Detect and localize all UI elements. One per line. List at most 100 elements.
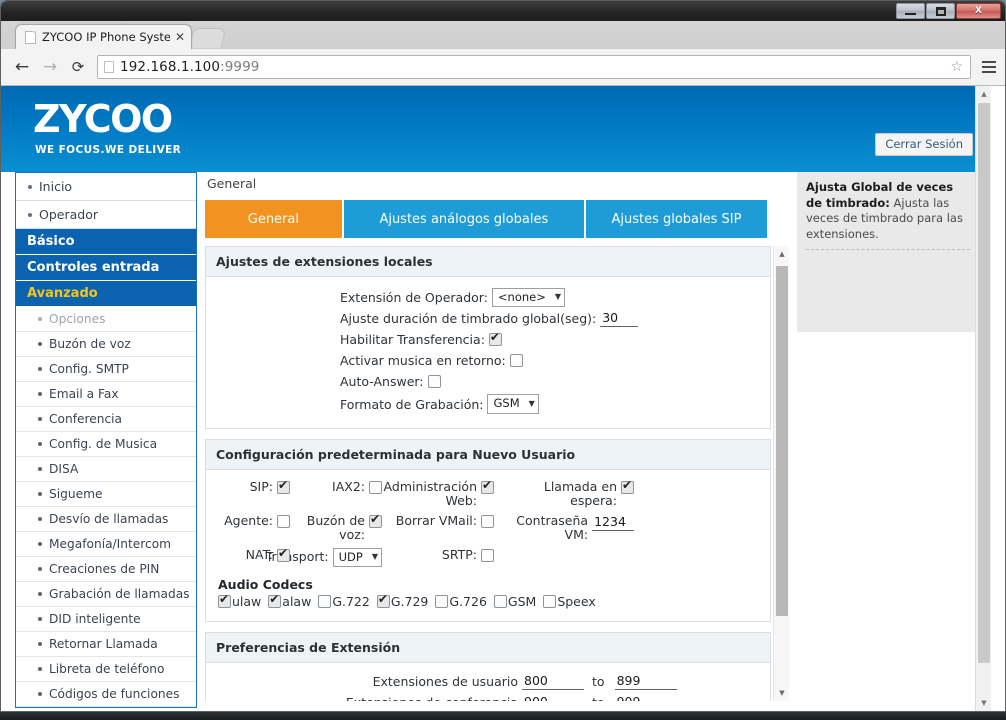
sidebar-section-avanzado[interactable]: Avanzado bbox=[16, 281, 196, 307]
sidebar-item-libreta-de-telefono[interactable]: Libreta de teléfono bbox=[16, 657, 196, 682]
desktop-background: X ZYCOO IP Phone System C ✕ ← → ⟳ 192.16… bbox=[0, 0, 1006, 720]
conf-ext-to-input[interactable]: 909 bbox=[615, 694, 677, 701]
srtp-checkbox[interactable] bbox=[481, 548, 494, 562]
hamburger-menu-icon[interactable] bbox=[979, 54, 999, 80]
transport-label: Transport: bbox=[265, 549, 329, 564]
sidebar-item-label: Config. de Musica bbox=[49, 437, 158, 451]
card-body: SIP: IAX2: bbox=[206, 470, 770, 621]
card-body: Extensión de Operador: <none> ▼ Ajuste d… bbox=[206, 277, 770, 428]
codec-gsm-checkbox[interactable] bbox=[493, 594, 507, 608]
sidebar-section-basico[interactable]: Básico bbox=[16, 229, 196, 255]
page-info-icon bbox=[104, 61, 114, 73]
tab-general[interactable]: General bbox=[205, 200, 344, 238]
address-bar[interactable]: 192.168.1.100:9999 ☆ bbox=[97, 55, 971, 79]
delete-vmail-checkbox[interactable] bbox=[481, 514, 494, 528]
sidebar-section-controles-entrada[interactable]: Controles entrada bbox=[16, 255, 196, 281]
codec-ulaw-checkbox[interactable] bbox=[218, 593, 231, 608]
operator-extension-select[interactable]: <none> ▼ bbox=[491, 287, 566, 308]
browser-tab[interactable]: ZYCOO IP Phone System C ✕ bbox=[15, 24, 193, 49]
sidebar-section-label: Básico bbox=[27, 234, 75, 249]
browser-tab-title: ZYCOO IP Phone System C bbox=[42, 30, 170, 44]
user-ext-to-input[interactable]: 899 bbox=[614, 673, 677, 690]
sidebar-item-label: DID inteligente bbox=[49, 612, 141, 626]
maximize-button[interactable] bbox=[926, 3, 955, 19]
tab-label: Ajustes análogos globales bbox=[379, 211, 549, 227]
sidebar-item-disa[interactable]: DISA bbox=[16, 457, 196, 482]
field-row-recording-format: Formato de Grabación: GSM ▼ bbox=[214, 392, 762, 416]
scroll-down-icon[interactable]: ▼ bbox=[774, 685, 789, 701]
codec-alaw-checkbox[interactable] bbox=[268, 593, 282, 608]
nat-checkbox[interactable] bbox=[277, 547, 290, 562]
browser-chrome: ZYCOO IP Phone System C ✕ ← → ⟳ 192.168.… bbox=[1, 21, 1005, 86]
close-tab-icon[interactable]: ✕ bbox=[175, 31, 185, 43]
bullet-icon bbox=[38, 492, 42, 496]
recording-format-select[interactable]: GSM ▼ bbox=[487, 394, 539, 414]
scroll-up-icon[interactable]: ▲ bbox=[774, 246, 789, 262]
codec-g722-checkbox[interactable] bbox=[318, 594, 332, 608]
chevron-down-icon: ▼ bbox=[554, 292, 562, 301]
sidebar-item-label: Email a Fax bbox=[49, 387, 119, 401]
transport-select[interactable]: UDP ▼ bbox=[332, 547, 382, 567]
enable-transfer-checkbox[interactable] bbox=[488, 331, 502, 346]
codec-ulaw: ulaw bbox=[218, 593, 262, 609]
iax2-label: IAX2: bbox=[332, 479, 365, 494]
codec-g729-checkbox[interactable] bbox=[376, 593, 390, 608]
bookmark-star-icon[interactable]: ☆ bbox=[950, 59, 963, 75]
page-scrollbar-thumb[interactable] bbox=[978, 103, 990, 663]
minimize-button[interactable] bbox=[896, 3, 925, 19]
close-button[interactable]: X bbox=[956, 3, 1001, 19]
sidebar-item-desvio-de-llamadas[interactable]: Desvío de llamadas bbox=[16, 507, 196, 532]
panel-scrollbar[interactable]: ▲ ▼ bbox=[773, 246, 789, 701]
sidebar-item-grabacion-de-llamadas[interactable]: Grabación de llamadas bbox=[16, 582, 196, 607]
codec-label: ulaw bbox=[232, 593, 262, 609]
user-ext-from-input[interactable]: 800 bbox=[522, 673, 584, 690]
sidebar-item-did-inteligente[interactable]: DID inteligente bbox=[16, 607, 196, 632]
help-panel: Ajusta Global de veces de timbrado: Ajus… bbox=[797, 172, 979, 332]
sidebar-item-buzon-de-voz[interactable]: Buzón de voz bbox=[16, 332, 196, 357]
recording-format-label: Formato de Grabación: bbox=[340, 396, 484, 412]
agente-checkbox[interactable] bbox=[277, 514, 290, 528]
voicemail-checkbox[interactable] bbox=[369, 513, 382, 528]
auto-answer-checkbox[interactable] bbox=[427, 375, 441, 388]
new-tab-button[interactable] bbox=[188, 28, 227, 48]
sidebar-item-inicio[interactable]: Inicio bbox=[16, 173, 196, 201]
sidebar-item-conferencia[interactable]: Conferencia bbox=[16, 407, 196, 432]
user-ext-label: Extensiones de usuario bbox=[372, 673, 518, 689]
sidebar-item-label: Libreta de teléfono bbox=[49, 662, 165, 676]
sidebar-item-opciones[interactable]: Opciones bbox=[16, 307, 196, 332]
music-on-hold-checkbox[interactable] bbox=[509, 354, 523, 367]
sidebar-item-megafonia-intercom[interactable]: Megafonía/Intercom bbox=[16, 532, 196, 557]
back-icon[interactable]: ← bbox=[9, 54, 35, 80]
conf-ext-from-input[interactable]: 900 bbox=[522, 694, 584, 701]
sidebar-item-creaciones-de-pin[interactable]: Creaciones de PIN bbox=[16, 557, 196, 582]
bullet-icon bbox=[38, 667, 42, 671]
bullet-icon bbox=[38, 342, 42, 346]
codec-g726-checkbox[interactable] bbox=[435, 594, 449, 608]
page-scrollbar[interactable]: ▲ ▼ bbox=[975, 86, 991, 711]
reload-icon[interactable]: ⟳ bbox=[65, 54, 91, 80]
scrollbar-thumb[interactable] bbox=[776, 266, 788, 616]
logout-button[interactable]: Cerrar Sesión bbox=[875, 133, 973, 156]
tab-ajustes-globales-sip[interactable]: Ajustes globales SIP bbox=[585, 200, 768, 238]
page-scroll-up-icon[interactable]: ▲ bbox=[976, 86, 992, 102]
web-admin-label: Administración Web: bbox=[383, 479, 477, 509]
codec-speex-checkbox[interactable] bbox=[543, 594, 557, 608]
forward-icon[interactable]: → bbox=[37, 54, 63, 80]
sidebar-item-retornar-llamada[interactable]: Retornar Llamada bbox=[16, 632, 196, 657]
sidebar-item-codigos-de-funciones[interactable]: Códigos de funciones bbox=[16, 682, 196, 707]
sidebar-item-operador[interactable]: Operador bbox=[16, 201, 196, 229]
sidebar-item-config-de-musica[interactable]: Config. de Musica bbox=[16, 432, 196, 457]
sip-checkbox[interactable] bbox=[277, 479, 290, 494]
web-admin-checkbox[interactable] bbox=[481, 479, 494, 494]
call-waiting-checkbox[interactable] bbox=[621, 479, 634, 494]
sidebar-item-email-a-fax[interactable]: Email a Fax bbox=[16, 382, 196, 407]
page-scroll-down-icon[interactable]: ▼ bbox=[976, 695, 992, 711]
bullet-icon bbox=[38, 417, 42, 421]
iax2-checkbox[interactable] bbox=[369, 481, 382, 494]
global-ring-input[interactable]: 30 bbox=[600, 310, 639, 327]
sidebar-item-sigueme[interactable]: Sigueme bbox=[16, 482, 196, 507]
vm-password-input[interactable]: 1234 bbox=[592, 514, 634, 531]
browser-navbar: ← → ⟳ 192.168.1.100:9999 ☆ bbox=[1, 49, 1005, 86]
sidebar-item-config-smtp[interactable]: Config. SMTP bbox=[16, 357, 196, 382]
tab-ajustes-analogos-globales[interactable]: Ajustes análogos globales bbox=[343, 200, 586, 238]
